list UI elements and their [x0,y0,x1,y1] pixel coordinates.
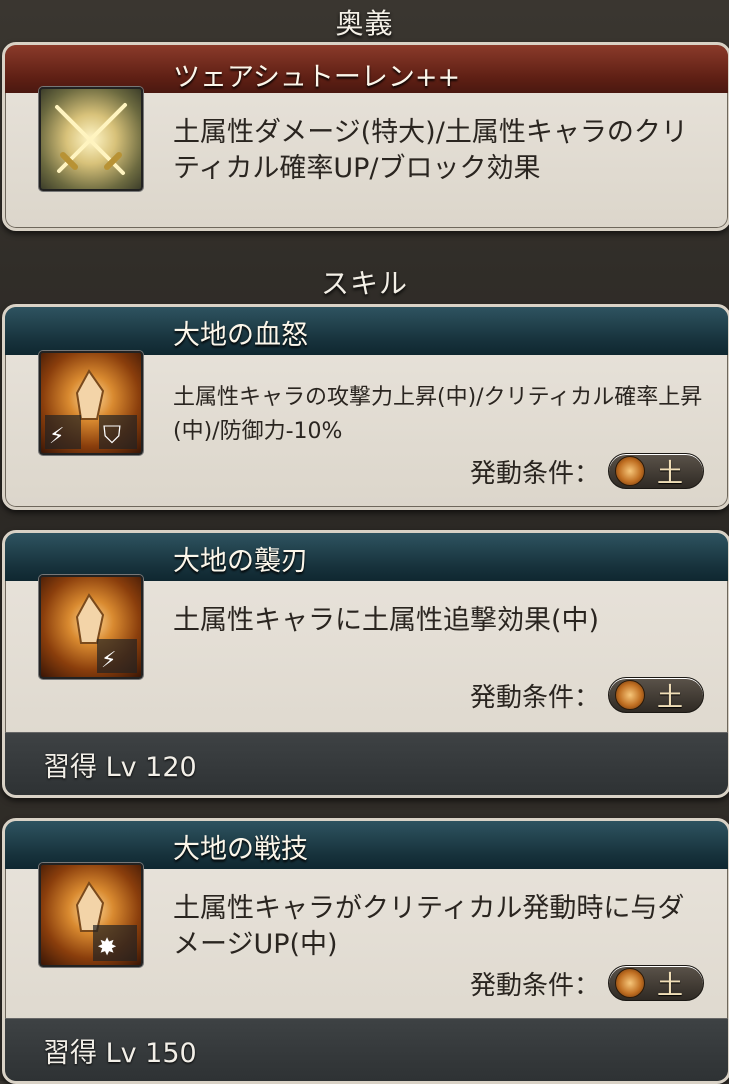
skill-header [5,307,728,355]
skill-description: 土属性キャラの攻撃力上昇(中)/クリティカル確率上昇(中)/防御力-10% [173,385,703,444]
skill-card-2[interactable]: 大地の襲刃 ⚡ 土属性キャラに土属性追撃効果(中) 発動条件： 土 習得 Lv … [2,530,729,798]
learn-level-bar: 習得 Lv 150 [5,1018,728,1081]
element-badge: 土 [608,965,704,1001]
skill-card-1[interactable]: 大地の血怒 ⚡ ⛉ 土属性キャラの攻撃力上昇(中)/クリティカル確率上昇(中)/… [2,304,729,510]
skill-description: 土属性キャラがクリティカル発動時に与ダメージUP(中) [173,893,685,960]
svg-text:⚡: ⚡ [49,424,64,449]
element-badge: 土 [608,453,704,489]
element-label: 土 [657,458,684,489]
skill-header [5,533,728,581]
earth-orb-icon [615,680,645,710]
activation-condition: 発動条件： 土 [470,453,704,489]
earth-orb-icon [615,968,645,998]
ougi-description: 土属性ダメージ(特大)/土属性キャラのクリティカル確率UP/ブロック効果 [173,117,688,184]
activation-condition: 発動条件： 土 [470,965,704,1001]
condition-label: 発動条件： [469,970,600,1001]
svg-text:✸: ✸ [97,933,117,961]
ougi-name: ツェアシュトーレン++ [173,62,461,93]
learn-level-bar: 習得 Lv 120 [5,732,728,795]
element-label: 土 [657,682,684,713]
condition-label: 発動条件： [469,682,600,713]
condition-label: 発動条件： [469,458,600,489]
earth-crystal-icon: ✸ [39,863,143,967]
skill-name: 大地の襲刃 [173,546,308,577]
ougi-card[interactable]: ツェアシュトーレン++ 土属性ダメージ(特大)/土属性キャラのクリティカル確率U… [2,42,729,231]
skill-section-title: スキル [320,267,408,300]
skill-description: 土属性キャラに土属性追撃効果(中) [173,605,600,636]
svg-text:⚡: ⚡ [101,648,116,673]
skill-name: 大地の血怒 [173,320,308,351]
earth-crystal-icon: ⚡ [39,575,143,679]
svg-text:⛉: ⛉ [103,421,121,449]
learn-level-text: 習得 Lv 150 [43,1038,197,1069]
learn-level-text: 習得 Lv 120 [43,752,197,783]
skill-card-3[interactable]: 大地の戦技 ✸ 土属性キャラがクリティカル発動時に与ダメージUP(中) 発動条件… [2,818,729,1084]
element-label: 土 [657,970,684,1001]
ougi-section-title: 奥義 [335,7,394,40]
earth-orb-icon [615,456,645,486]
earth-crystal-icon: ⚡ ⛉ [39,351,143,455]
crossed-swords-icon [39,87,143,191]
element-badge: 土 [608,677,704,713]
skill-name: 大地の戦技 [173,834,308,865]
activation-condition: 発動条件： 土 [470,677,704,713]
skill-header [5,821,728,869]
